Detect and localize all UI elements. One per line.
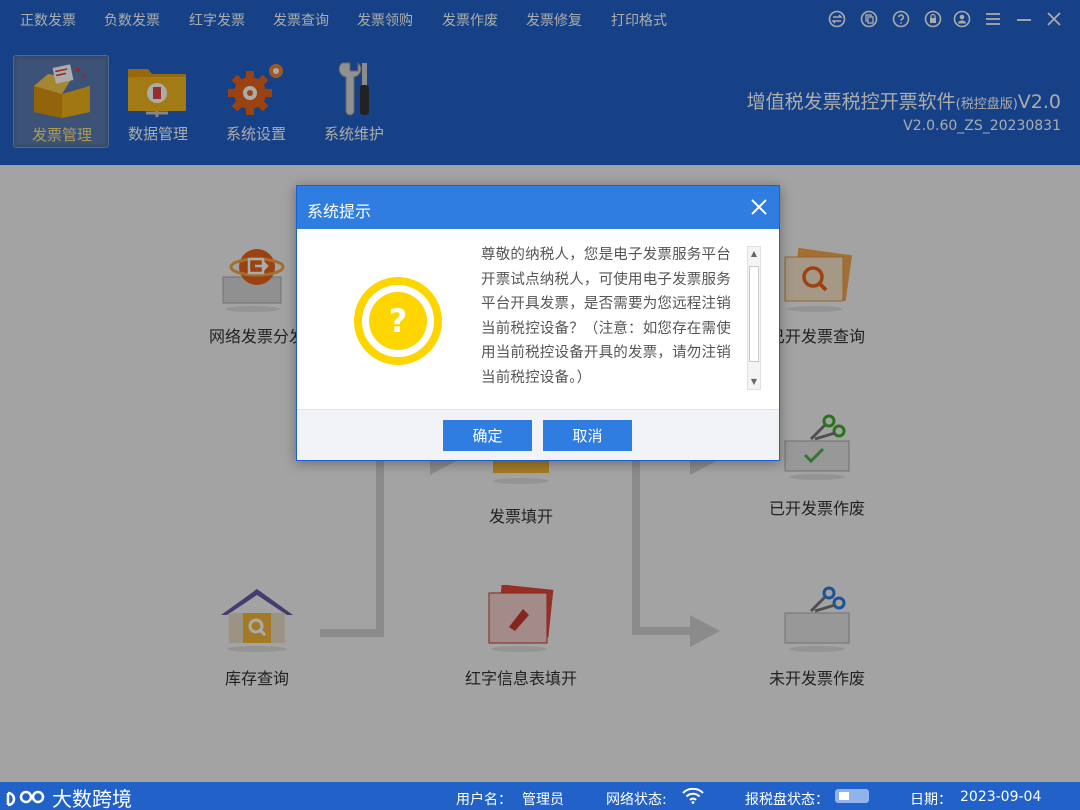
watermark-logo-icon (6, 790, 45, 806)
dialog-footer: 确定 取消 (297, 409, 779, 460)
dialog-title: 系统提示 (307, 202, 372, 221)
wifi-icon (682, 788, 704, 804)
scroll-thumb[interactable] (749, 266, 759, 362)
svg-text:?: ? (389, 302, 408, 340)
dialog-scrollbar[interactable]: ▲ ▼ (747, 246, 761, 390)
confirm-button[interactable]: 确定 (443, 420, 532, 451)
system-prompt-dialog: 系统提示 ? 尊敬的纳税人，您是电子发票服务平台开票试点纳税人，可使用电子发票服… (296, 185, 780, 461)
dialog-close-icon[interactable] (747, 195, 771, 219)
status-date-label: 日期： (910, 792, 952, 808)
status-date-value: 2023-09-04 (960, 789, 1042, 805)
scroll-up-icon[interactable]: ▲ (750, 249, 758, 259)
status-tax-disk-label: 报税盘状态： (745, 792, 829, 808)
scroll-down-icon[interactable]: ▼ (750, 377, 758, 387)
dialog-message: 尊敬的纳税人，您是电子发票服务平台开票试点纳税人，可使用电子发票服务平台开具发票… (481, 247, 731, 386)
cancel-button[interactable]: 取消 (543, 420, 632, 451)
dialog-body: ? 尊敬的纳税人，您是电子发票服务平台开票试点纳税人，可使用电子发票服务平台开具… (297, 229, 779, 409)
status-bar: 大数跨境 用户名： 管理员 网络状态: 报税盘状态： 日期： 2023-09-0… (0, 782, 1080, 810)
question-icon: ? (354, 277, 442, 365)
dialog-titlebar: 系统提示 (297, 186, 779, 229)
watermark-logo: 大数跨境 (4, 783, 132, 810)
status-user-value: 管理员 (522, 792, 564, 808)
status-network-label: 网络状态: (606, 792, 667, 808)
status-user-label: 用户名： (456, 792, 512, 808)
tax-disk-icon (835, 789, 869, 803)
